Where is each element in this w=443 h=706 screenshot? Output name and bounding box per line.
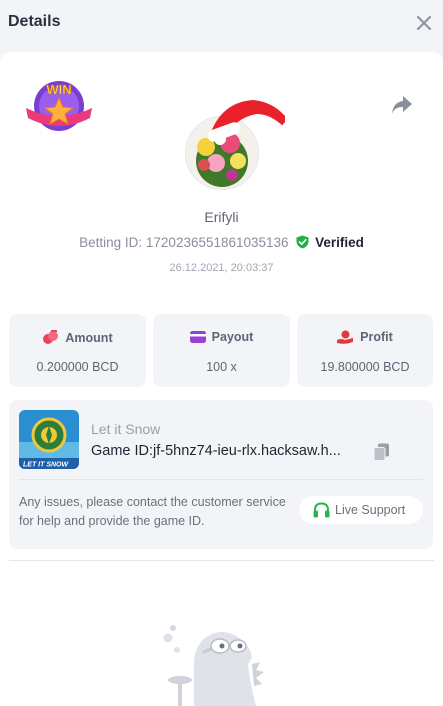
wallet-icon [189, 331, 206, 343]
close-icon [416, 15, 432, 31]
game-name[interactable]: Let it Snow [91, 421, 160, 437]
share-button[interactable] [391, 95, 413, 115]
profit-label: Profit [360, 330, 393, 344]
payout-label: Payout [211, 330, 254, 344]
game-info-card: LET IT SNOW Let it Snow Game ID:jf-5hnz7… [9, 400, 433, 549]
win-badge-icon: WIN [26, 81, 92, 131]
share-icon [392, 96, 412, 114]
live-support-label: Live Support [335, 503, 406, 517]
profit-value: 19.800000 BCD [320, 360, 410, 374]
dinosaur-mascot-image [163, 625, 264, 706]
game-id: Game ID:jf-5hnz74-ieu-rlx.hacksaw.h... [91, 443, 341, 459]
copy-button[interactable] [373, 443, 390, 461]
let-it-snow-thumbnail-image: LET IT SNOW [19, 410, 79, 469]
page-title: Details [8, 13, 61, 30]
payout-card: Payout 100 x [153, 314, 290, 387]
headset-icon [313, 502, 330, 518]
card-divider [19, 479, 423, 480]
bet-timestamp: 26.12.2021, 20:03:37 [169, 262, 274, 274]
live-support-button[interactable]: Live Support [299, 496, 423, 524]
close-button[interactable] [416, 15, 432, 31]
header-bar: Details [0, 0, 443, 50]
amount-card: Amount 0.200000 BCD [9, 314, 146, 387]
amount-label: Amount [65, 331, 113, 345]
avatar-container [183, 96, 285, 194]
verified-shield-icon [296, 235, 309, 249]
thumbnail-caption: LET IT SNOW [23, 462, 70, 469]
support-message: Any issues, please contact the customer … [19, 495, 286, 528]
coins-icon [43, 330, 59, 344]
profit-card: Profit 19.800000 BCD [297, 314, 433, 387]
section-divider [9, 560, 434, 561]
username: Erifyli [204, 209, 239, 225]
verified-label: Verified [315, 235, 364, 250]
win-badge-text: WIN [46, 82, 71, 97]
betting-id: Betting ID: 1720236551861035136 [79, 235, 289, 250]
santa-hat-icon [207, 100, 285, 142]
amount-value: 0.200000 BCD [36, 360, 119, 374]
profit-hand-icon [337, 330, 354, 344]
game-thumbnail[interactable]: LET IT SNOW [19, 410, 79, 469]
copy-icon [373, 443, 389, 461]
payout-value: 100 x [206, 360, 237, 374]
betting-id-row: Betting ID: 1720236551861035136 Verified [0, 235, 443, 250]
